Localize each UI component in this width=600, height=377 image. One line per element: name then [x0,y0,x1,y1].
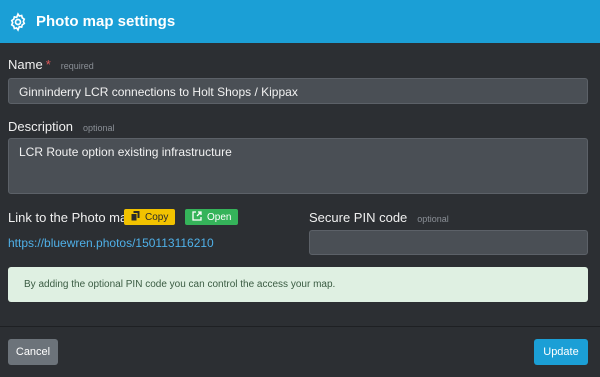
open-button-label: Open [207,211,232,223]
description-textarea[interactable]: LCR Route option existing infrastructure [8,138,588,194]
dialog-title: Photo map settings [36,13,176,30]
dialog-footer: Cancel Update [0,327,600,377]
alert-text: By adding the optional PIN code you can … [24,279,336,290]
cancel-button[interactable]: Cancel [8,339,58,365]
open-button[interactable]: Open [185,209,239,225]
info-alert: By adding the optional PIN code you can … [8,267,588,302]
pin-hint: optional [417,214,449,224]
name-label: Name [8,57,43,72]
name-label-row: Name * required [8,57,94,72]
dialog-header: Photo map settings [0,0,600,43]
description-label: Description [8,119,74,134]
copy-button[interactable]: Copy [124,209,176,225]
name-hint: required [60,61,94,71]
name-input[interactable]: Ginninderry LCR connections to Holt Shop… [8,78,588,104]
gear-icon [8,11,28,32]
description-hint: optional [83,123,115,133]
dialog-body: Name * required Ginninderry LCR connecti… [0,43,600,326]
link-label-row: Link to the Photo map [8,210,134,225]
copy-icon [130,210,140,224]
photo-map-link[interactable]: https://bluewren.photos/150113116210 [8,236,214,250]
pin-label-row: Secure PIN code optional [309,210,449,225]
required-mark: * [45,57,51,72]
description-label-row: Description optional [8,119,115,134]
copy-button-label: Copy [145,211,169,223]
update-button[interactable]: Update [534,339,588,365]
pin-input[interactable] [309,230,588,255]
link-label: Link to the Photo map [8,210,135,225]
external-link-icon [192,210,202,224]
pin-label: Secure PIN code [309,210,408,225]
